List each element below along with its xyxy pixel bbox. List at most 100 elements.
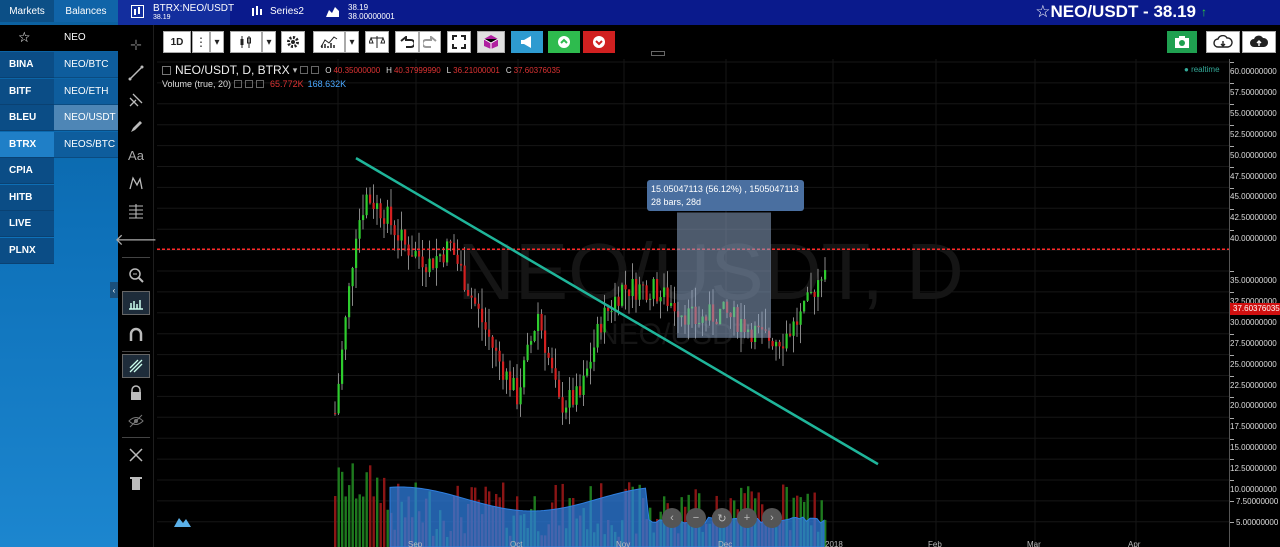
ruler-icon[interactable] [122, 291, 150, 315]
price-axis-label: 10.00000000 [1230, 476, 1280, 494]
undo-icon[interactable] [395, 31, 419, 53]
exchange-item[interactable]: PLNX [0, 237, 54, 264]
volume-remove-icon[interactable] [256, 80, 265, 88]
legend-collapse-icon[interactable] [162, 65, 171, 75]
legend-symbol[interactable]: NEO/USDT, D, BTRX [175, 63, 290, 77]
scroll-right-icon[interactable]: › [762, 508, 782, 528]
price-axis-label: 15.00000000 [1230, 434, 1280, 452]
arrow-up-icon: ↑ [1201, 5, 1207, 19]
pair-item[interactable]: NEO/USDT [54, 105, 118, 131]
exchange-item[interactable]: CPIA [0, 158, 54, 184]
zoom-out-icon[interactable]: − [686, 508, 706, 528]
zoom-icon[interactable] [122, 263, 150, 287]
pair-item[interactable]: NEOS/BTC [54, 131, 118, 158]
sell-down-icon[interactable] [583, 31, 615, 53]
legend-open: 40.35000000 [333, 65, 381, 75]
chart-type-button[interactable] [230, 31, 262, 53]
price-axis-label: 40.00000000 [1230, 225, 1280, 243]
zoom-in-icon[interactable]: + [737, 508, 757, 528]
interval-button[interactable]: 1D [163, 31, 191, 53]
cloud-download-icon[interactable] [1206, 31, 1240, 53]
volume-value1: 65.772K [270, 79, 304, 89]
scroll-left-icon[interactable]: ‹ [662, 508, 682, 528]
chevron-down-icon[interactable]: ▾ [345, 31, 359, 53]
chevron-down-icon[interactable]: ▾ [262, 31, 276, 53]
arrow-left-icon[interactable]: 🡐 [115, 227, 158, 251]
eye-icon[interactable] [122, 409, 150, 433]
text-tool-icon[interactable]: Aa [122, 143, 150, 167]
star-icon[interactable]: ☆ [18, 29, 31, 46]
fib-tool-icon[interactable] [122, 199, 150, 223]
indicators-icon [320, 36, 338, 48]
price-axis-label: 27.50000000 [1230, 330, 1280, 348]
pitchfork-tool-icon[interactable] [122, 88, 150, 112]
exchange-item[interactable]: BLEU [0, 105, 54, 131]
chevron-down-icon[interactable]: ▾ [293, 65, 298, 76]
draw-mode-icon[interactable] [122, 354, 150, 378]
buy-up-icon[interactable] [548, 31, 580, 53]
measure-tooltip-line2: 28 bars, 28d [651, 197, 702, 207]
legend-high: 40.37999990 [393, 65, 441, 75]
resize-handle[interactable] [651, 51, 665, 56]
legend-close-key: C [505, 65, 512, 75]
redo-icon[interactable] [419, 31, 441, 53]
legend-hide-icon[interactable] [311, 66, 320, 74]
pair-item[interactable]: NEO/ETH [54, 78, 118, 105]
page-title: ☆NEO/USDT - 38.19 [1035, 2, 1196, 22]
price-axis-label: 45.00000000 [1230, 183, 1280, 201]
magnet-icon[interactable] [122, 323, 150, 347]
drawing-toolbar: ✛ Aa 🡐 [115, 25, 158, 547]
trash-icon[interactable] [122, 471, 150, 495]
tab-balances[interactable]: Balances [54, 0, 118, 22]
symbol-tab[interactable]: BTRX:NEO/USDT 38.19 [118, 0, 234, 25]
market-panel: Markets Balances ☆ NEO BINA BITF BLEU BTRX C… [0, 0, 118, 547]
favorites-row[interactable]: ☆ NEO [0, 25, 118, 51]
cube-icon[interactable] [477, 31, 505, 53]
zoom-controls: ‹ − ↻ + › [662, 508, 786, 530]
fullscreen-icon[interactable] [447, 31, 471, 53]
camera-icon[interactable] [1167, 31, 1197, 53]
remove-drawings-icon[interactable] [122, 443, 150, 467]
cloud-upload-icon[interactable] [1242, 31, 1276, 53]
exchange-item[interactable]: BITF [0, 78, 54, 105]
compare-icon[interactable] [365, 31, 389, 53]
realtime-label: realtime [1191, 65, 1220, 74]
trendline-tool-icon[interactable] [122, 61, 150, 85]
price-axis-label: 42.50000000 [1230, 204, 1280, 222]
exchange-item[interactable]: BTRX [0, 131, 54, 158]
exchange-item[interactable]: BINA [0, 52, 54, 78]
pair-item[interactable]: NEO/BTC [54, 52, 118, 78]
price-axis[interactable]: 60.00000000 57.50000000 55.00000000 52.5000… [1229, 59, 1280, 547]
gear-icon[interactable] [281, 31, 305, 53]
interval-menu-icon[interactable]: ⋮ [192, 31, 210, 53]
price-axis-label: 20.00000000 [1230, 392, 1280, 410]
legend-settings-icon[interactable] [300, 66, 309, 74]
time-axis-label: Mar [1027, 540, 1041, 547]
current-price-label: 37.60376035 [1230, 303, 1280, 315]
volume-hide-icon[interactable] [245, 80, 254, 88]
collapse-panel-button[interactable]: ‹ [110, 282, 118, 298]
exchange-item[interactable]: LIVE [0, 211, 54, 237]
price-axis-label: 55.00000000 [1230, 100, 1280, 118]
pattern-tool-icon[interactable] [122, 171, 150, 195]
candlestick-icon [131, 5, 144, 18]
lock-icon[interactable] [122, 381, 150, 405]
exchange-item[interactable]: HITB [0, 184, 54, 211]
price-axis-label: 25.00000000 [1230, 351, 1280, 369]
tab-markets[interactable]: Markets [0, 0, 54, 22]
brush-tool-icon[interactable] [122, 115, 150, 139]
volume-value2: 168.632K [307, 79, 347, 89]
crosshair-tool-icon[interactable]: ✛ [122, 33, 150, 57]
price-axis-label: 17.50000000 [1230, 413, 1280, 431]
title-text: NEO/USDT - 38.19 [1050, 2, 1197, 21]
chevron-down-icon[interactable]: ▾ [210, 31, 224, 53]
megaphone-icon[interactable] [511, 31, 543, 53]
price-chart[interactable]: NEO/USDT, D NEO/USDT [157, 59, 1229, 547]
measure-tooltip-line1: 15.05047113 (56.12%) , 1505047113 [651, 184, 799, 194]
star-icon[interactable]: ☆ [1035, 2, 1050, 21]
reset-icon[interactable]: ↻ [712, 508, 732, 528]
volume-settings-icon[interactable] [234, 80, 243, 88]
volume-label[interactable]: Volume (true, 20) [162, 79, 231, 89]
indicators-button[interactable] [313, 31, 345, 53]
measure-box[interactable] [677, 212, 771, 338]
